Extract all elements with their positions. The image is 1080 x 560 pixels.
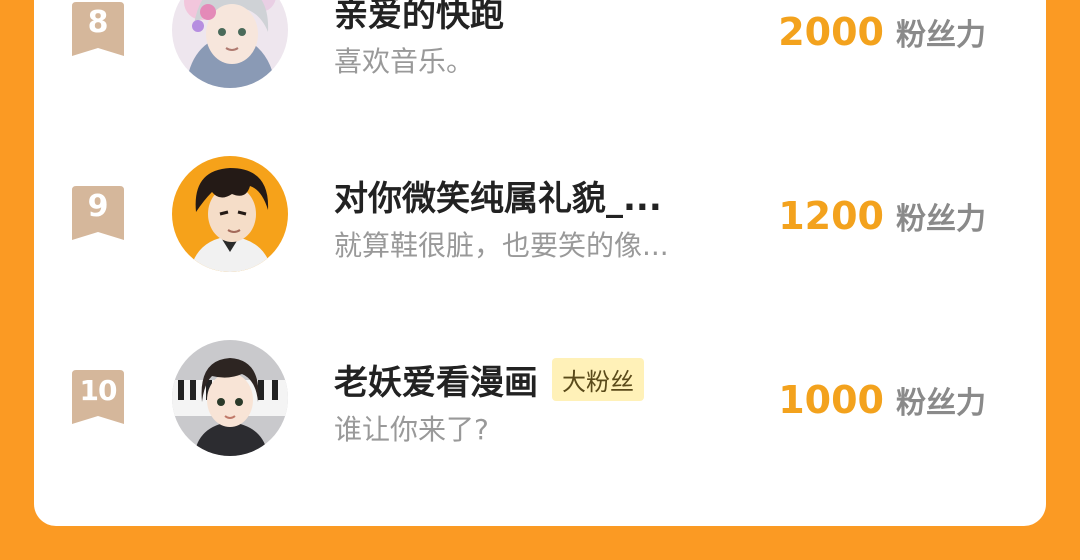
anime-avatar-piano-icon [172, 340, 288, 456]
rank-number: 8 [87, 5, 109, 40]
user-bio: 就算鞋很脏，也要笑的像... [334, 229, 669, 262]
user-avatar[interactable] [172, 156, 288, 272]
fan-level-badge: 大粉丝 [552, 357, 644, 401]
fan-power-value: 1000 [778, 378, 884, 422]
rank-badge: 10 [72, 370, 124, 426]
leaderboard-row[interactable]: 10 老妖爱看漫画 大粉丝 谁让你来了? 1000 粉丝力 [0, 328, 1080, 468]
name-line: 老妖爱看漫画 大粉丝 [334, 354, 644, 404]
name-line: 对你微笑纯属礼貌_... [334, 170, 662, 220]
user-avatar[interactable] [172, 340, 288, 456]
rank-number: 9 [87, 189, 109, 224]
fan-power: 1000 粉丝力 [778, 378, 986, 422]
user-name[interactable]: 老妖爱看漫画 [334, 355, 538, 404]
fan-power: 1200 粉丝力 [778, 194, 986, 238]
user-name[interactable]: 对你微笑纯属礼貌_... [334, 171, 662, 220]
anime-avatar-dark-hair-icon [172, 156, 288, 272]
anime-avatar-flowers-icon [172, 0, 288, 88]
fan-power: 2000 粉丝力 [778, 10, 986, 54]
user-bio: 喜欢音乐。 [334, 45, 475, 78]
fan-power-unit: 粉丝力 [896, 202, 986, 237]
user-avatar[interactable] [172, 0, 288, 88]
fan-power-unit: 粉丝力 [896, 18, 986, 53]
fan-power-value: 2000 [778, 10, 884, 54]
name-line: 亲爱的快跑 [334, 0, 504, 36]
rank-badge: 8 [72, 2, 124, 58]
user-bio: 谁让你来了? [334, 413, 489, 446]
fan-power-value: 1200 [778, 194, 884, 238]
leaderboard-row[interactable]: 9 对你微笑纯属礼貌_... 就算鞋很脏，也要笑的像... 1200 粉丝力 [0, 144, 1080, 284]
user-name[interactable]: 亲爱的快跑 [334, 0, 504, 36]
rank-badge: 9 [72, 186, 124, 242]
rank-number: 10 [79, 374, 118, 407]
fan-power-unit: 粉丝力 [896, 386, 986, 421]
leaderboard-row[interactable]: 8 亲爱的快跑 喜欢音乐。 2000 粉丝力 [0, 0, 1080, 100]
